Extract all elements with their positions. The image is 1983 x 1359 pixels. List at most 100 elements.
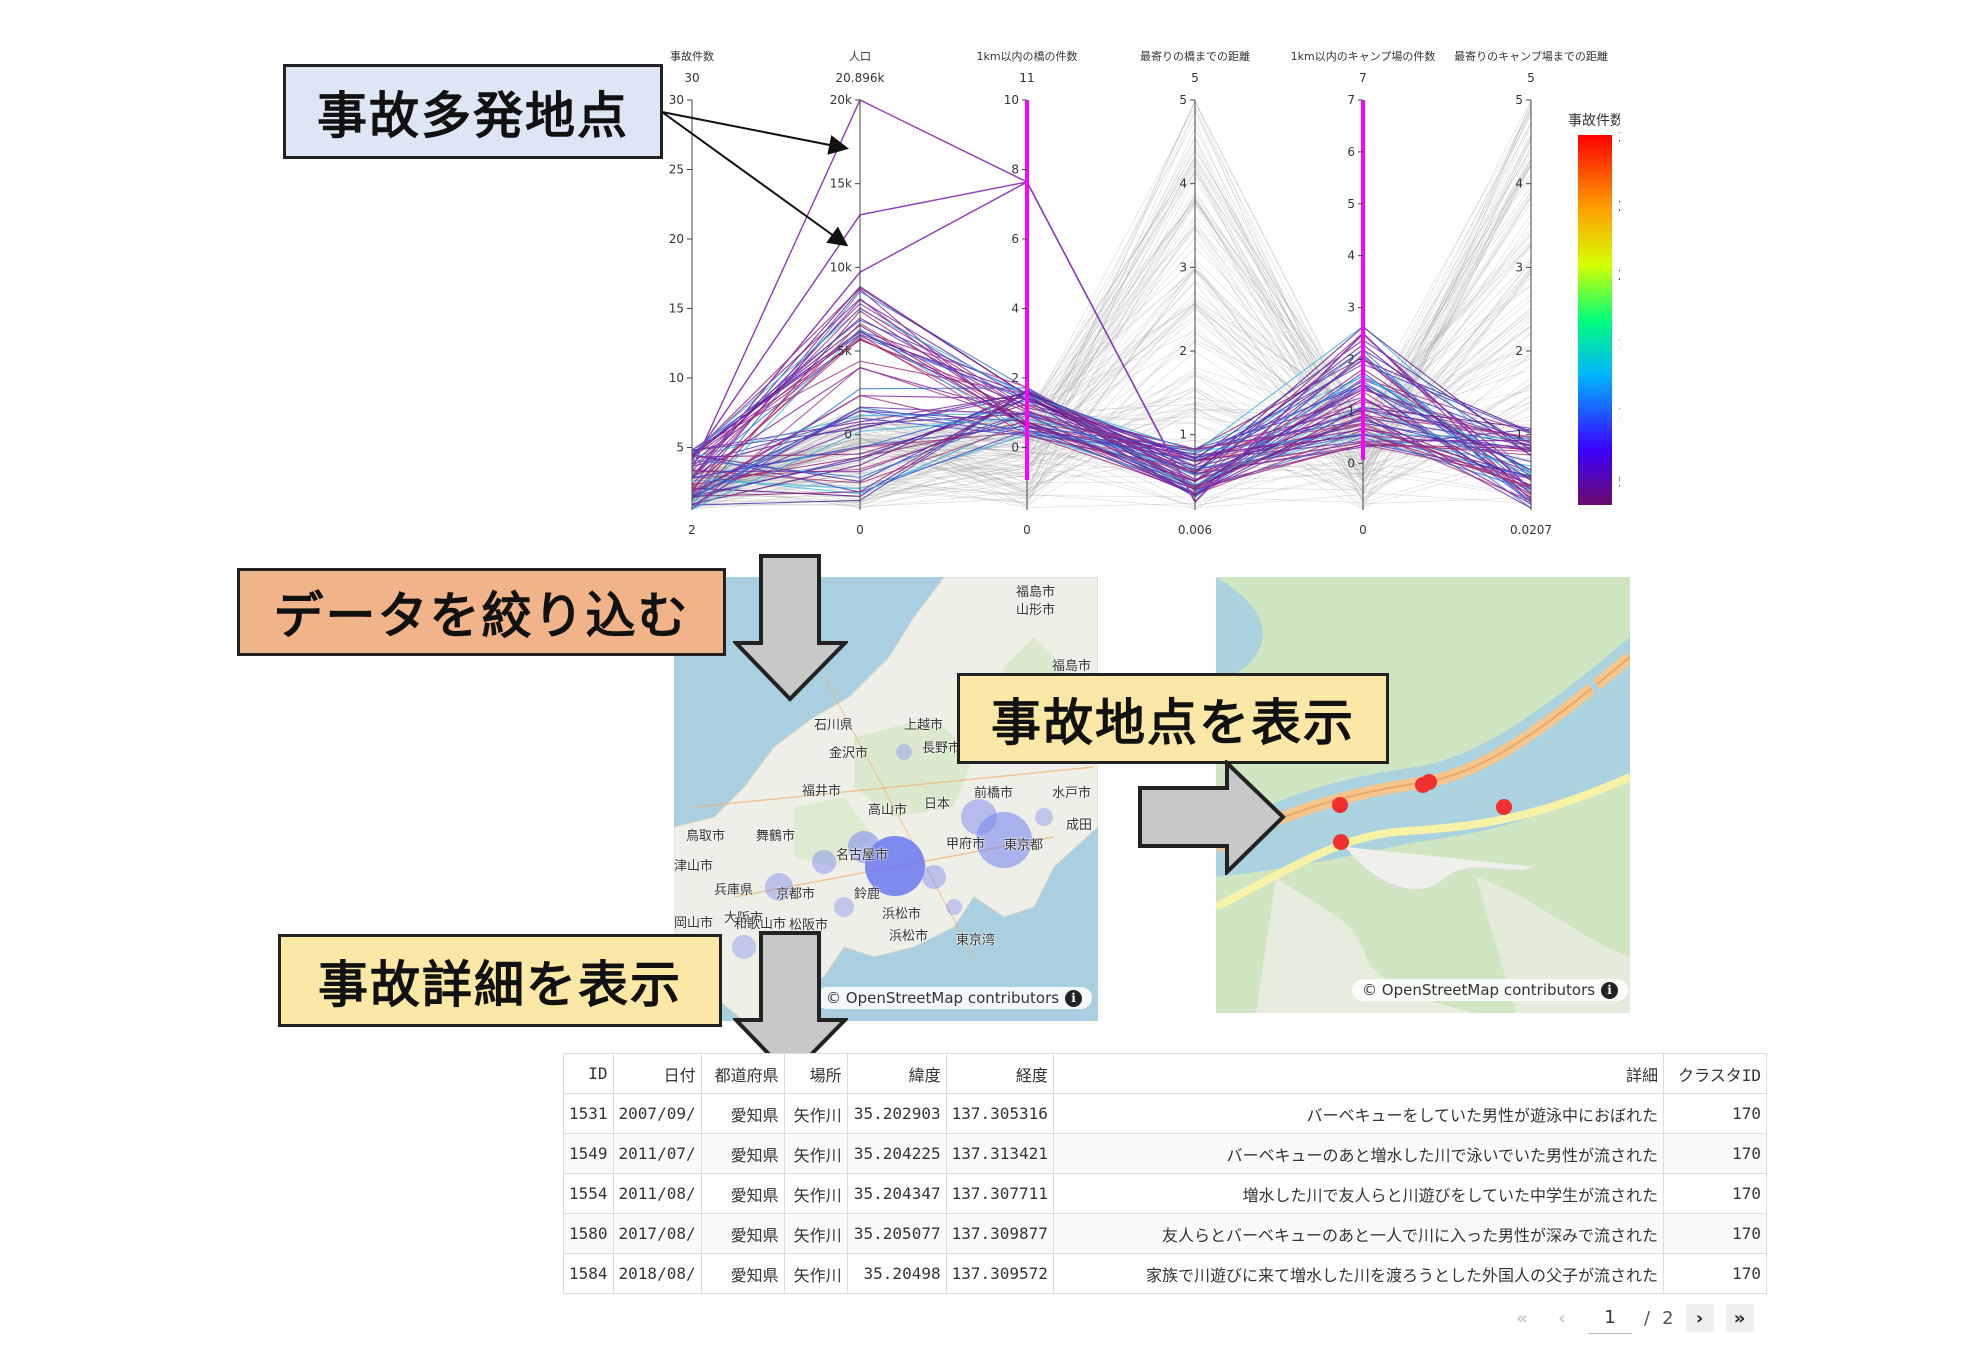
axis-tick-label: 10 <box>669 371 684 385</box>
accident-marker[interactable] <box>1496 799 1512 815</box>
page-number-input[interactable] <box>1588 1302 1632 1334</box>
axis-tick-label: 4 <box>1347 249 1355 263</box>
table-cell: 家族で川遊びに来て増水した川を渡ろうとした外国人の父子が流された <box>1052 1253 1665 1294</box>
table-cell: 愛知県 <box>700 1093 785 1134</box>
cluster-bubble[interactable] <box>946 899 962 915</box>
cluster-bubble[interactable] <box>1035 808 1053 826</box>
last-page-button[interactable]: » <box>1725 1304 1754 1332</box>
map-city-label: 舞鶴市 <box>756 829 796 844</box>
next-page-button[interactable]: › <box>1685 1304 1714 1332</box>
axis-tick-label: 0 <box>1011 440 1019 454</box>
colorbar-tick-label: 20 <box>1618 268 1620 284</box>
axis-tick-label: 8 <box>1011 162 1019 176</box>
column-header[interactable]: クラスタID <box>1663 1053 1767 1094</box>
table-cell: 矢作川 <box>783 1213 848 1254</box>
column-header[interactable]: 詳細 <box>1052 1053 1665 1094</box>
axis-tick-label: 2 <box>1011 371 1019 385</box>
axis-title[interactable]: 事故件数 <box>670 49 714 63</box>
callout-show-locations: 事故地点を表示 <box>957 673 1389 764</box>
table-cell: 愛知県 <box>700 1253 785 1294</box>
table-cell: 2017/08/ <box>612 1213 702 1254</box>
info-icon[interactable]: i <box>1065 989 1083 1007</box>
table-cell: 愛知県 <box>700 1213 785 1254</box>
callout-show-details-text: 事故詳細を表示 <box>318 955 682 1014</box>
table-cell: 170 <box>1663 1173 1767 1214</box>
axis-tick-label: 5 <box>676 440 684 454</box>
table-cell: 1549 <box>563 1133 614 1174</box>
cluster-bubble[interactable] <box>834 897 854 917</box>
axis-tick-label: 5k <box>837 344 852 358</box>
osm-attribution[interactable]: © OpenStreetMap contributors i <box>1352 979 1629 1001</box>
map-city-label: 名古屋市 <box>836 848 889 863</box>
table-row: 1554 2011/08/愛知県 矢作川 35.204347 137.307711 増水し… <box>563 1173 1767 1214</box>
info-icon[interactable]: i <box>1601 981 1619 999</box>
map-city-label: 福井市 <box>802 784 842 799</box>
axis-tick-label: 5 <box>1347 197 1355 211</box>
map-city-label: 日本 <box>924 797 951 812</box>
axis-tick-label: 10k <box>830 260 852 274</box>
accident-marker[interactable] <box>1332 797 1348 813</box>
axis-range-bottom: 0 <box>856 523 864 537</box>
callout-hotspots-text: 事故多発地点 <box>317 86 629 145</box>
table-cell: 137.309877 <box>945 1213 1054 1254</box>
table-cell: 170 <box>1663 1253 1767 1294</box>
table-cell: 35.204225 <box>846 1133 947 1174</box>
page-separator: / <box>1644 1307 1651 1329</box>
axis-title[interactable]: 人口 <box>849 50 871 63</box>
column-header[interactable]: ID <box>563 1053 614 1094</box>
table-cell: 2011/08/ <box>612 1173 702 1214</box>
axis-title[interactable]: 最寄りのキャンプ場までの距離 <box>1454 49 1608 63</box>
map-city-label: 前橋市 <box>974 786 1014 801</box>
accident-marker[interactable] <box>1421 774 1437 790</box>
table-row: 1584 2018/08/愛知県 矢作川 35.20498 137.309572 家族で川… <box>563 1253 1767 1294</box>
table-cell: 2018/08/ <box>612 1253 702 1294</box>
table-cell: 矢作川 <box>783 1253 848 1294</box>
map-city-label: 石川県 <box>814 718 854 733</box>
osm-credit-text: © OpenStreetMap contributors <box>826 989 1060 1007</box>
column-header[interactable]: 日付 <box>612 1053 702 1094</box>
table-cell: 矢作川 <box>783 1173 848 1214</box>
table-cell: 2007/09/ <box>612 1093 702 1134</box>
axis-range-top: 5 <box>1191 71 1199 85</box>
column-header[interactable]: 場所 <box>783 1053 848 1094</box>
osm-credit-text: © OpenStreetMap contributors <box>1362 981 1596 999</box>
table-cell: 35.204347 <box>846 1173 947 1214</box>
column-header[interactable]: 都道府県 <box>700 1053 785 1094</box>
axis-title[interactable]: 1km以内の橋の件数 <box>976 49 1077 63</box>
map-city-label: 水戸市 <box>1052 786 1092 801</box>
osm-attribution[interactable]: © OpenStreetMap contributors i <box>816 987 1093 1009</box>
axis-tick-label: 3 <box>1347 301 1355 315</box>
table-cell: 35.205077 <box>846 1213 947 1254</box>
cluster-bubble[interactable] <box>812 850 836 874</box>
colorbar-tick-label: 10 <box>1618 406 1620 422</box>
table-cell: 増水した川で友人らと川遊びをしていた中学生が流された <box>1052 1173 1665 1214</box>
table-cell: 1580 <box>563 1213 614 1254</box>
table-cell: 170 <box>1663 1213 1767 1254</box>
table-cell: 矢作川 <box>783 1093 848 1134</box>
first-page-button[interactable]: « <box>1508 1304 1536 1332</box>
column-header[interactable]: 経度 <box>945 1053 1054 1094</box>
column-header[interactable]: 緯度 <box>846 1053 947 1094</box>
table-header-row: ID 日付 都道府県 場所 緯度 経度 詳細 クラスタID <box>563 1053 1767 1094</box>
axis-title[interactable]: 1km以内のキャンプ場の件数 <box>1291 49 1436 63</box>
map-city-label: 東京湾 <box>956 933 996 948</box>
cluster-bubble[interactable] <box>961 799 997 835</box>
table-cell: バーベキューのあと増水した川で泳いでいた男性が流された <box>1052 1133 1665 1174</box>
axis-title[interactable]: 最寄りの橋までの距離 <box>1140 49 1250 63</box>
table-cell: 1584 <box>563 1253 614 1294</box>
axis-tick-label: 4 <box>1011 301 1019 315</box>
cluster-bubble[interactable] <box>922 865 946 889</box>
page-total: 2 <box>1662 1307 1674 1329</box>
map-city-label: 浜松市 <box>882 907 922 922</box>
table-cell: 137.313421 <box>945 1133 1054 1174</box>
axis-tick-label: 0 <box>844 428 852 442</box>
prev-page-button[interactable]: ‹ <box>1548 1304 1576 1332</box>
axis-range-top: 5 <box>1527 71 1535 85</box>
axis-tick-label: 6 <box>1011 232 1019 246</box>
accident-marker[interactable] <box>1333 834 1349 850</box>
cluster-bubble[interactable] <box>896 744 912 760</box>
table-cell: 35.20498 <box>846 1253 947 1294</box>
colorbar: 事故件数30 25 20 15 10 5 <box>1568 113 1636 505</box>
callout-show-details: 事故詳細を表示 <box>278 934 722 1027</box>
axis-tick-label: 2 <box>1179 344 1187 358</box>
